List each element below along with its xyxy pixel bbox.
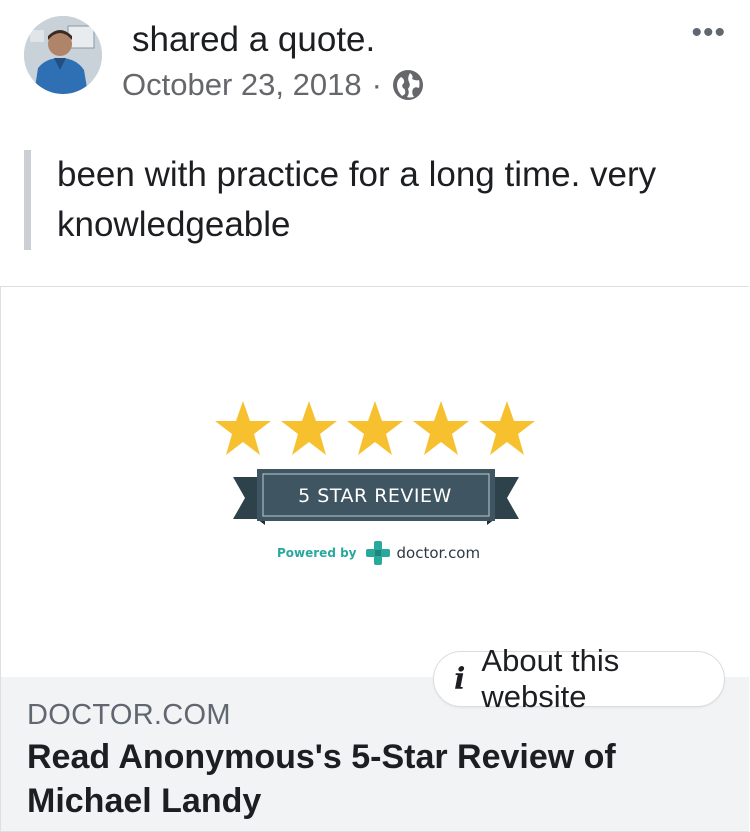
avatar-photo <box>24 16 102 94</box>
ribbon-text: 5 STAR REVIEW <box>298 485 452 507</box>
doctor-com-logo-icon <box>365 541 390 565</box>
link-domain: DOCTOR.COM <box>27 699 231 731</box>
powered-by: Powered by doctor.com <box>277 540 480 566</box>
star-icon <box>215 401 271 455</box>
brand-name: doctor.com <box>396 544 481 562</box>
about-this-website-button[interactable]: i About this website <box>433 643 725 714</box>
powered-by-label: Powered by <box>277 546 357 560</box>
star-icon <box>413 401 469 455</box>
info-icon: i <box>454 661 466 697</box>
globe-icon[interactable] <box>392 69 424 101</box>
post-meta: October 23, 2018 · <box>122 66 424 104</box>
about-this-website-label: About this website <box>481 643 620 714</box>
quote-text: been with practice for a long time. very… <box>24 150 750 250</box>
link-title[interactable]: Read Anonymous's 5-Star Review of Michae… <box>27 735 727 823</box>
star-icon <box>347 401 403 455</box>
avatar[interactable] <box>24 16 102 94</box>
star-icon <box>479 401 535 455</box>
post-action-text: shared a quote. <box>132 20 376 59</box>
meta-separator: · <box>371 67 382 102</box>
more-options-icon[interactable]: ••• <box>691 18 726 48</box>
post-date[interactable]: October 23, 2018 <box>122 66 362 104</box>
link-preview-image[interactable]: 5 STAR REVIEW Powered by doctor.com <box>1 287 749 677</box>
star-icon <box>281 401 337 455</box>
five-stars-graphic <box>215 401 535 455</box>
link-preview-card[interactable]: 5 STAR REVIEW Powered by doctor.com i Ab… <box>0 286 749 832</box>
